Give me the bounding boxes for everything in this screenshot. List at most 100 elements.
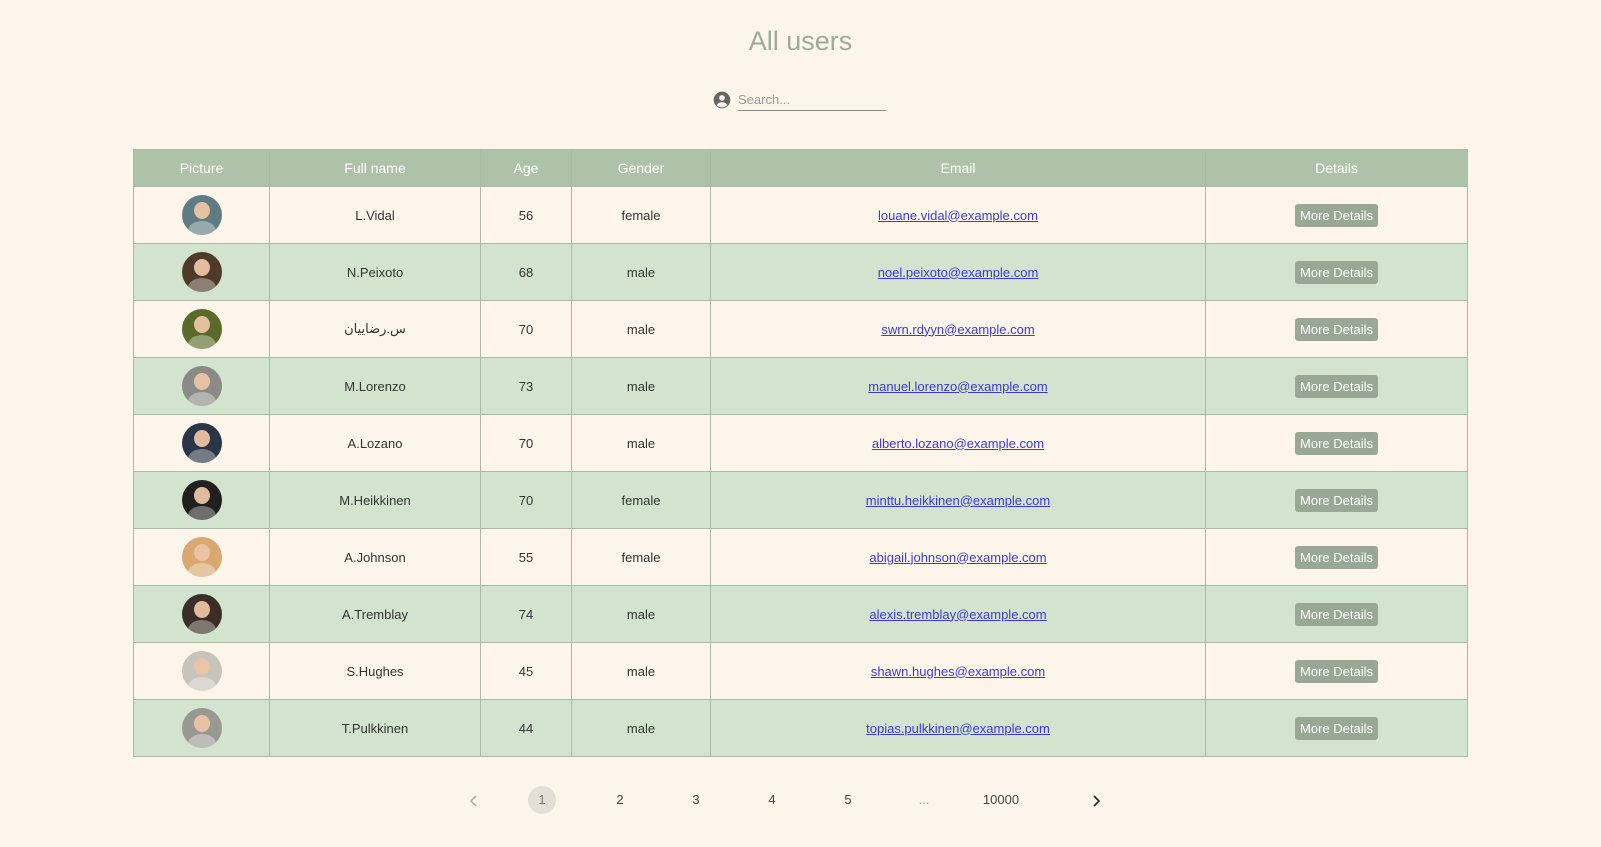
column-header-email: Email — [710, 149, 1206, 187]
search-input[interactable] — [738, 88, 886, 111]
gender-cell: male — [571, 243, 711, 301]
more-details-button[interactable]: More Details — [1295, 317, 1378, 341]
email-link[interactable]: alberto.lozano@example.com — [872, 436, 1044, 451]
details-cell: More Details — [1205, 186, 1468, 244]
picture-cell — [133, 243, 270, 301]
more-details-button[interactable]: More Details — [1295, 602, 1378, 626]
column-header-full-name: Full name — [269, 149, 481, 187]
full-name-cell: س.رضاییان — [269, 300, 481, 358]
chevron-left-icon — [469, 795, 477, 807]
chevron-right-icon — [1093, 794, 1101, 807]
avatar — [181, 594, 222, 634]
picture-cell — [133, 414, 270, 472]
table-row: س.رضاییان 70 male swrn.rdyyn@example.com Mor… — [133, 300, 1468, 358]
table-row: A.Johnson 55 female abigail.johnson@example… — [133, 528, 1468, 586]
gender-cell: female — [571, 186, 711, 244]
table-row: S.Hughes 45 male shawn.hughes@example.com Mo… — [133, 642, 1468, 700]
gender-cell: male — [571, 699, 711, 757]
picture-cell — [133, 357, 270, 415]
email-link[interactable]: topias.pulkkinen@example.com — [866, 721, 1050, 736]
gender-cell: male — [571, 642, 711, 700]
table-row: L.Vidal 56 female louane.vidal@example.com M… — [133, 186, 1468, 244]
page-button-3[interactable]: 3 — [682, 786, 710, 814]
table-row: T.Pulkkinen 44 male topias.pulkkinen@exampl… — [133, 699, 1468, 757]
more-details-button[interactable]: More Details — [1295, 716, 1378, 740]
column-header-gender: Gender — [571, 149, 711, 187]
email-link[interactable]: louane.vidal@example.com — [878, 208, 1038, 223]
avatar — [181, 480, 222, 520]
email-cell: manuel.lorenzo@example.com — [710, 357, 1206, 415]
picture-cell — [133, 300, 270, 358]
more-details-button[interactable]: More Details — [1295, 659, 1378, 683]
page-button-4[interactable]: 4 — [758, 786, 786, 814]
details-cell: More Details — [1205, 414, 1468, 472]
email-cell: shawn.hughes@example.com — [710, 642, 1206, 700]
age-cell: 70 — [480, 471, 572, 529]
full-name-cell: N.Peixoto — [269, 243, 481, 301]
email-link[interactable]: swrn.rdyyn@example.com — [881, 322, 1034, 337]
more-details-button[interactable]: More Details — [1295, 431, 1378, 455]
avatar — [181, 537, 222, 577]
full-name-cell: A.Lozano — [269, 414, 481, 472]
picture-cell — [133, 528, 270, 586]
account-circle-icon — [713, 91, 731, 108]
details-cell: More Details — [1205, 243, 1468, 301]
email-cell: topias.pulkkinen@example.com — [710, 699, 1206, 757]
details-cell: More Details — [1205, 699, 1468, 757]
email-cell: alberto.lozano@example.com — [710, 414, 1206, 472]
avatar — [181, 309, 222, 349]
gender-cell: male — [571, 357, 711, 415]
full-name-cell: T.Pulkkinen — [269, 699, 481, 757]
email-cell: swrn.rdyyn@example.com — [710, 300, 1206, 358]
details-cell: More Details — [1205, 357, 1468, 415]
column-header-details: Details — [1205, 149, 1468, 187]
pagination-ellipsis: ... — [918, 792, 930, 807]
more-details-button[interactable]: More Details — [1295, 203, 1378, 227]
age-cell: 56 — [480, 186, 572, 244]
details-cell: More Details — [1205, 300, 1468, 358]
more-details-button[interactable]: More Details — [1295, 545, 1378, 569]
table-row: M.Heikkinen 70 female minttu.heikkinen@exam… — [133, 471, 1468, 529]
more-details-button[interactable]: More Details — [1295, 260, 1378, 284]
details-cell: More Details — [1205, 642, 1468, 700]
table-row: N.Peixoto 68 male noel.peixoto@example.com M… — [133, 243, 1468, 301]
previous-page-button[interactable] — [460, 786, 488, 814]
gender-cell: male — [571, 414, 711, 472]
email-cell: abigail.johnson@example.com — [710, 528, 1206, 586]
column-header-picture: Picture — [133, 149, 270, 187]
gender-cell: male — [571, 585, 711, 643]
page-button-2[interactable]: 2 — [606, 786, 634, 814]
email-link[interactable]: minttu.heikkinen@example.com — [866, 493, 1050, 508]
email-link[interactable]: abigail.johnson@example.com — [869, 550, 1046, 565]
more-details-button[interactable]: More Details — [1295, 488, 1378, 512]
email-cell: noel.peixoto@example.com — [710, 243, 1206, 301]
gender-cell: male — [571, 300, 711, 358]
details-cell: More Details — [1205, 585, 1468, 643]
email-cell: alexis.tremblay@example.com — [710, 585, 1206, 643]
email-link[interactable]: manuel.lorenzo@example.com — [868, 379, 1047, 394]
table-row: A.Lozano 70 male alberto.lozano@example.com… — [133, 414, 1468, 472]
age-cell: 44 — [480, 699, 572, 757]
age-cell: 70 — [480, 300, 572, 358]
page-button-10000[interactable]: 10000 — [976, 786, 1026, 814]
picture-cell — [133, 699, 270, 757]
full-name-cell: L.Vidal — [269, 186, 481, 244]
table-header-row: Picture Full name Age Gender Email Detai… — [133, 149, 1468, 187]
full-name-cell: S.Hughes — [269, 642, 481, 700]
avatar — [181, 195, 222, 235]
email-link[interactable]: alexis.tremblay@example.com — [869, 607, 1046, 622]
column-header-age: Age — [480, 149, 572, 187]
gender-cell: female — [571, 471, 711, 529]
avatar — [181, 708, 222, 748]
email-link[interactable]: shawn.hughes@example.com — [871, 664, 1045, 679]
page-button-5[interactable]: 5 — [834, 786, 862, 814]
table-row: A.Tremblay 74 male alexis.tremblay@example.… — [133, 585, 1468, 643]
next-page-button[interactable] — [1082, 786, 1110, 814]
picture-cell — [133, 585, 270, 643]
avatar — [181, 366, 222, 406]
more-details-button[interactable]: More Details — [1295, 374, 1378, 398]
gender-cell: female — [571, 528, 711, 586]
page-button-1[interactable]: 1 — [528, 786, 556, 814]
email-link[interactable]: noel.peixoto@example.com — [878, 265, 1039, 280]
age-cell: 73 — [480, 357, 572, 415]
